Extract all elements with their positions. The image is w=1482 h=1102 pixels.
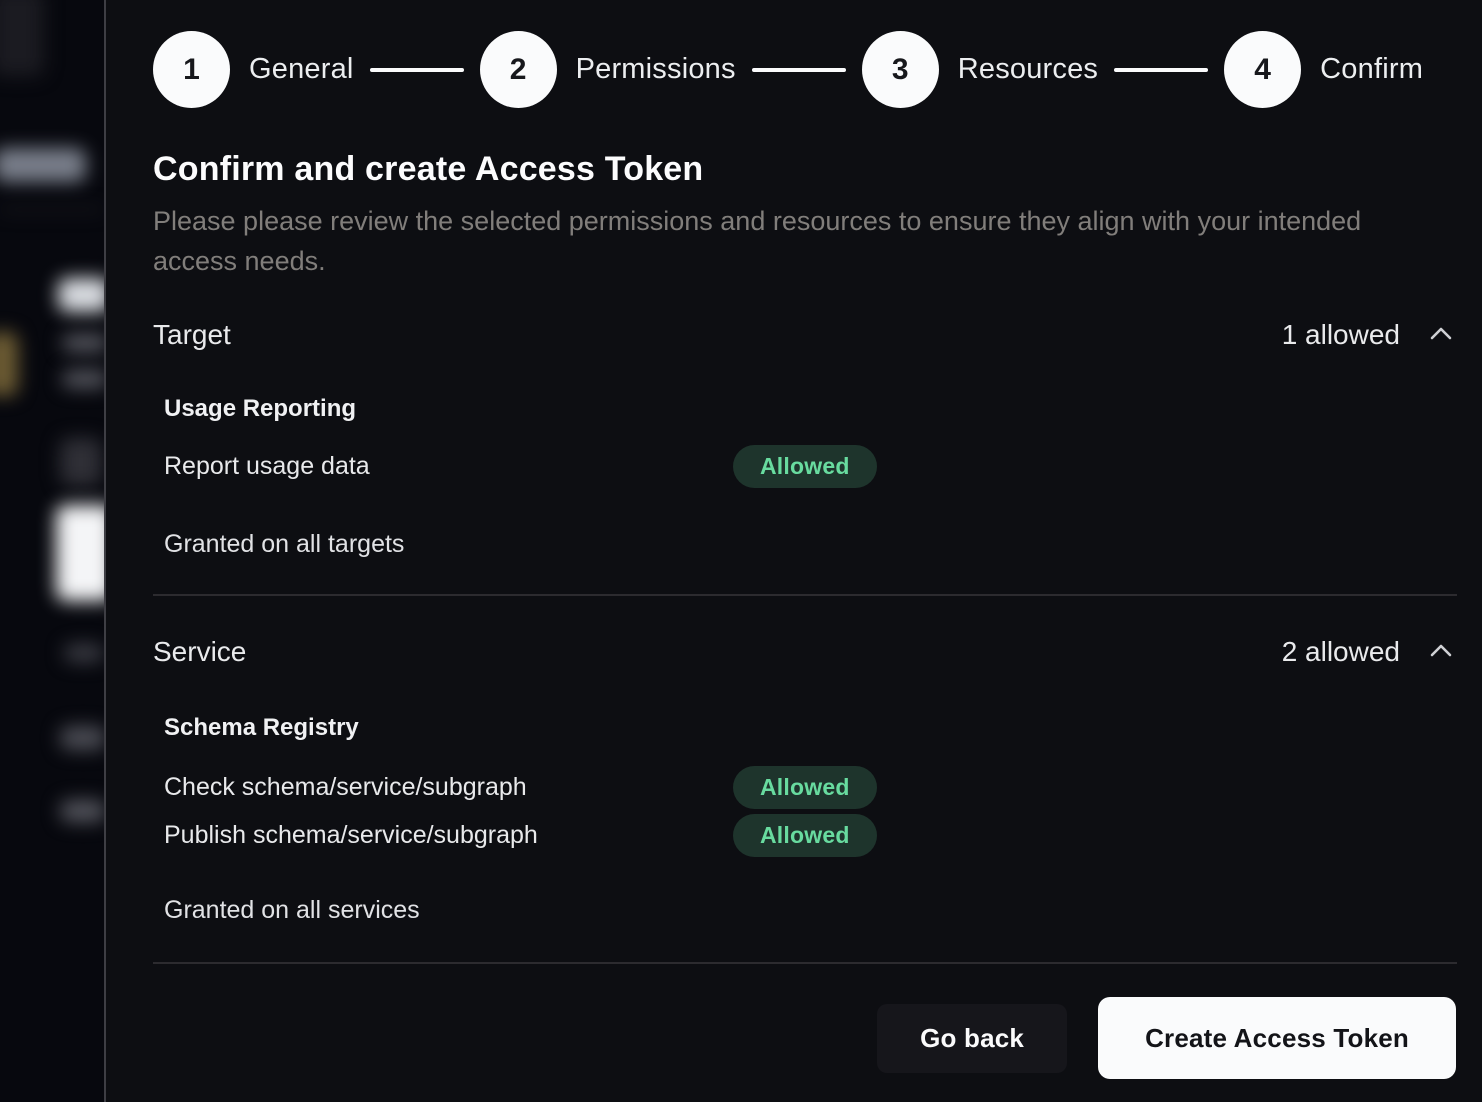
status-badge: Allowed (733, 814, 877, 857)
blurred-heading (58, 278, 104, 312)
create-access-token-modal: 1 General 2 Permissions 3 Resources 4 Co… (106, 0, 1482, 1102)
blurred-code-box (60, 438, 102, 486)
blurred-list-item (64, 644, 104, 662)
step-connector (370, 68, 464, 72)
blurred-nav-label (0, 148, 86, 182)
page-title: Confirm and create Access Token (153, 150, 1456, 189)
collapse-section-button[interactable] (1426, 322, 1456, 348)
background-page-blurred (0, 0, 104, 1102)
step-number-circle: 4 (1224, 31, 1301, 108)
go-back-button[interactable]: Go back (877, 1004, 1067, 1073)
allowed-count: 1 allowed (1282, 319, 1400, 351)
step-label: Confirm (1320, 53, 1423, 86)
section-header-service: Service 2 allowed (153, 636, 1456, 668)
permission-row: Publish schema/service/subgraph Allowed (164, 814, 1456, 857)
step-connector (752, 68, 846, 72)
permission-label: Check schema/service/subgraph (164, 773, 733, 802)
section-header-target: Target 1 allowed (153, 319, 1456, 351)
blurred-text-line (62, 334, 104, 352)
blurred-logo (0, 0, 44, 76)
page-subtitle: Please please review the selected permis… (153, 201, 1383, 281)
blurred-divider (0, 208, 104, 211)
blurred-text-line (62, 370, 104, 388)
status-badge: Allowed (733, 445, 877, 488)
permission-label: Report usage data (164, 452, 733, 481)
section-title: Target (153, 319, 231, 351)
step-number-circle: 2 (480, 31, 557, 108)
permission-group-title: Usage Reporting (164, 395, 1456, 423)
granted-note: Granted on all services (164, 896, 1456, 925)
collapse-section-button[interactable] (1426, 639, 1456, 665)
blurred-list-item (60, 726, 104, 750)
status-badge: Allowed (733, 766, 877, 809)
blurred-list-item (60, 800, 104, 822)
step-number-circle: 3 (862, 31, 939, 108)
step-connector (1114, 68, 1208, 72)
blurred-accent-shape (0, 332, 18, 396)
permission-group-title: Schema Registry (164, 714, 1456, 742)
permission-row: Report usage data Allowed (164, 445, 1456, 488)
step-general[interactable]: 1 General (153, 31, 354, 108)
step-number-circle: 1 (153, 31, 230, 108)
section-divider (153, 594, 1457, 596)
modal-footer: Go back Create Access Token (153, 997, 1456, 1079)
granted-note: Granted on all targets (164, 530, 1456, 559)
permission-row: Check schema/service/subgraph Allowed (164, 766, 1456, 809)
chevron-up-icon (1430, 326, 1452, 344)
create-access-token-button[interactable]: Create Access Token (1098, 997, 1456, 1079)
chevron-up-icon (1430, 643, 1452, 661)
section-title: Service (153, 636, 246, 668)
step-confirm[interactable]: 4 Confirm (1224, 31, 1423, 108)
footer-divider (153, 962, 1457, 964)
step-label: General (249, 53, 354, 86)
allowed-count: 2 allowed (1282, 636, 1400, 668)
step-resources[interactable]: 3 Resources (862, 31, 1098, 108)
wizard-stepper: 1 General 2 Permissions 3 Resources 4 Co… (153, 31, 1456, 108)
step-permissions[interactable]: 2 Permissions (480, 31, 736, 108)
step-label: Resources (958, 53, 1098, 86)
step-label: Permissions (576, 53, 736, 86)
permission-label: Publish schema/service/subgraph (164, 821, 733, 850)
blurred-white-panel (56, 505, 104, 601)
